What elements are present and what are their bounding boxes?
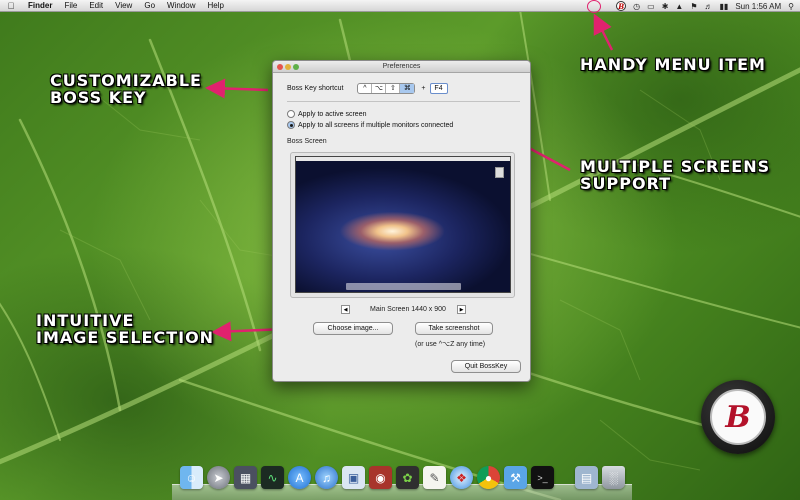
minimize-window-icon[interactable] bbox=[285, 64, 291, 70]
safari-icon[interactable]: ❖ bbox=[450, 466, 473, 489]
clock[interactable]: Sun 1:56 AM bbox=[735, 2, 781, 11]
radio-active-screen[interactable] bbox=[287, 110, 295, 118]
battery-icon[interactable]: ▮▮ bbox=[720, 2, 729, 11]
modifier-keys: ^ ⌥ ⇧ ⌘ bbox=[357, 82, 416, 94]
menu-window[interactable]: Window bbox=[161, 1, 201, 10]
command-key-toggle[interactable]: ⌘ bbox=[400, 83, 415, 93]
radio-all-row[interactable]: Apply to all screens if multiple monitor… bbox=[287, 121, 453, 129]
control-key-toggle[interactable]: ^ bbox=[358, 83, 373, 93]
callout-handy-menu-text: Handy Menu Item bbox=[580, 55, 766, 74]
apple-menu-icon[interactable]:  bbox=[0, 1, 22, 11]
callout-image-line2: Image Selection bbox=[36, 328, 215, 347]
callout-handy-menu: Handy Menu Item bbox=[580, 56, 766, 73]
chrome-icon[interactable]: ● bbox=[477, 466, 500, 489]
callout-multiple-line1: Multiple Screens bbox=[580, 157, 771, 176]
callout-image-selection: Intuitive Image Selection bbox=[36, 312, 214, 346]
quit-bosskey-button[interactable]: Quit BossKey bbox=[451, 360, 521, 373]
boss-screen-label: Boss Screen bbox=[287, 138, 327, 145]
shortcut-row: Boss Key shortcut ^ ⌥ ⇧ ⌘ + F4 bbox=[287, 82, 448, 94]
menu-file[interactable]: File bbox=[58, 1, 83, 10]
radio-all-label: Apply to all screens if multiple monitor… bbox=[298, 121, 454, 129]
preferences-window: Preferences Boss Key shortcut ^ ⌥ ⇧ ⌘ + … bbox=[272, 60, 531, 382]
callout-multiple-screens: Multiple Screens Support bbox=[580, 158, 770, 192]
menu-help[interactable]: Help bbox=[201, 1, 229, 10]
option-key-toggle[interactable]: ⌥ bbox=[372, 83, 387, 93]
callout-boss-key-line2: Boss Key bbox=[50, 88, 147, 107]
status-icon-highlight bbox=[587, 0, 601, 13]
launchpad-icon[interactable]: ➤ bbox=[207, 466, 230, 489]
screen-name: Main Screen 1440 x 900 bbox=[370, 306, 446, 313]
mission-control-icon[interactable]: ▦ bbox=[234, 466, 257, 489]
callout-boss-key: Customizable Boss Key bbox=[50, 72, 202, 106]
boss-screen-preview bbox=[295, 156, 511, 293]
activity-monitor-icon[interactable]: ∿ bbox=[261, 466, 284, 489]
folder-icon[interactable]: ▤ bbox=[575, 466, 598, 489]
bosskey-logo-letter: B bbox=[710, 389, 766, 445]
volume-icon[interactable]: ♬ bbox=[705, 2, 713, 11]
radio-active-label: Apply to active screen bbox=[298, 110, 367, 118]
shortcut-label: Boss Key shortcut bbox=[287, 84, 344, 92]
radio-all-screens[interactable] bbox=[287, 121, 295, 129]
dock: ☺ ➤ ▦ ∿ A ♫ ▣ ◉ ✿ ✎ ❖ ● ⚒ >_ ▤ ░ bbox=[172, 462, 632, 500]
preview-dock bbox=[346, 283, 461, 290]
menu-edit[interactable]: Edit bbox=[83, 1, 109, 10]
finder-icon[interactable]: ☺ bbox=[180, 466, 203, 489]
preview-icon[interactable]: ▣ bbox=[342, 466, 365, 489]
separator bbox=[287, 101, 520, 102]
window-title: Preferences bbox=[382, 63, 421, 70]
close-window-icon[interactable] bbox=[277, 64, 283, 70]
menu-go[interactable]: Go bbox=[138, 1, 161, 10]
terminal-icon[interactable]: >_ bbox=[531, 466, 554, 489]
bosskey-status-icon[interactable]: B bbox=[616, 1, 627, 11]
time-machine-icon[interactable]: ◷ bbox=[633, 2, 640, 11]
shift-key-toggle[interactable]: ⇧ bbox=[386, 83, 401, 93]
previous-screen-button[interactable]: ◀ bbox=[341, 305, 350, 314]
preview-menubar bbox=[296, 157, 510, 161]
menu-bar:  Finder File Edit View Go Window Help B… bbox=[0, 0, 800, 12]
choose-image-button[interactable]: Choose image... bbox=[313, 322, 393, 335]
app-store-icon[interactable]: A bbox=[288, 466, 311, 489]
photo-booth-icon[interactable]: ◉ bbox=[369, 466, 392, 489]
textedit-icon[interactable]: ✎ bbox=[423, 466, 446, 489]
menu-view[interactable]: View bbox=[109, 1, 138, 10]
itunes-icon[interactable]: ♫ bbox=[315, 466, 338, 489]
spotlight-icon[interactable]: ⚲ bbox=[788, 2, 794, 11]
bosskey-logo-badge: B bbox=[701, 380, 775, 454]
evernote-icon[interactable]: ✿ bbox=[396, 466, 419, 489]
xcode-icon[interactable]: ⚒ bbox=[504, 466, 527, 489]
plus-sign: + bbox=[421, 84, 426, 92]
preview-disk-icon bbox=[495, 167, 504, 178]
trash-icon[interactable]: ░ bbox=[602, 466, 625, 489]
boss-screen-group bbox=[290, 152, 515, 298]
screenshot-hint: (or use ^⌥Z any time) bbox=[415, 341, 486, 348]
display-icon[interactable]: ▭ bbox=[647, 2, 655, 11]
next-screen-button[interactable]: ▶ bbox=[457, 305, 466, 314]
take-screenshot-button[interactable]: Take screenshot bbox=[415, 322, 493, 335]
bluetooth-icon[interactable]: ✱ bbox=[662, 2, 669, 11]
window-titlebar: Preferences bbox=[273, 61, 530, 73]
flag-icon[interactable]: ⚑ bbox=[690, 2, 697, 11]
callout-image-line1: Intuitive bbox=[36, 311, 135, 330]
zoom-window-icon[interactable] bbox=[293, 64, 299, 70]
wifi-icon[interactable]: ▲ bbox=[675, 2, 683, 11]
callout-multiple-line2: Support bbox=[580, 174, 672, 193]
shortcut-key-field[interactable]: F4 bbox=[429, 82, 448, 94]
menu-finder[interactable]: Finder bbox=[22, 1, 58, 10]
radio-active-row[interactable]: Apply to active screen bbox=[287, 110, 366, 118]
callout-boss-key-line1: Customizable bbox=[50, 71, 202, 90]
